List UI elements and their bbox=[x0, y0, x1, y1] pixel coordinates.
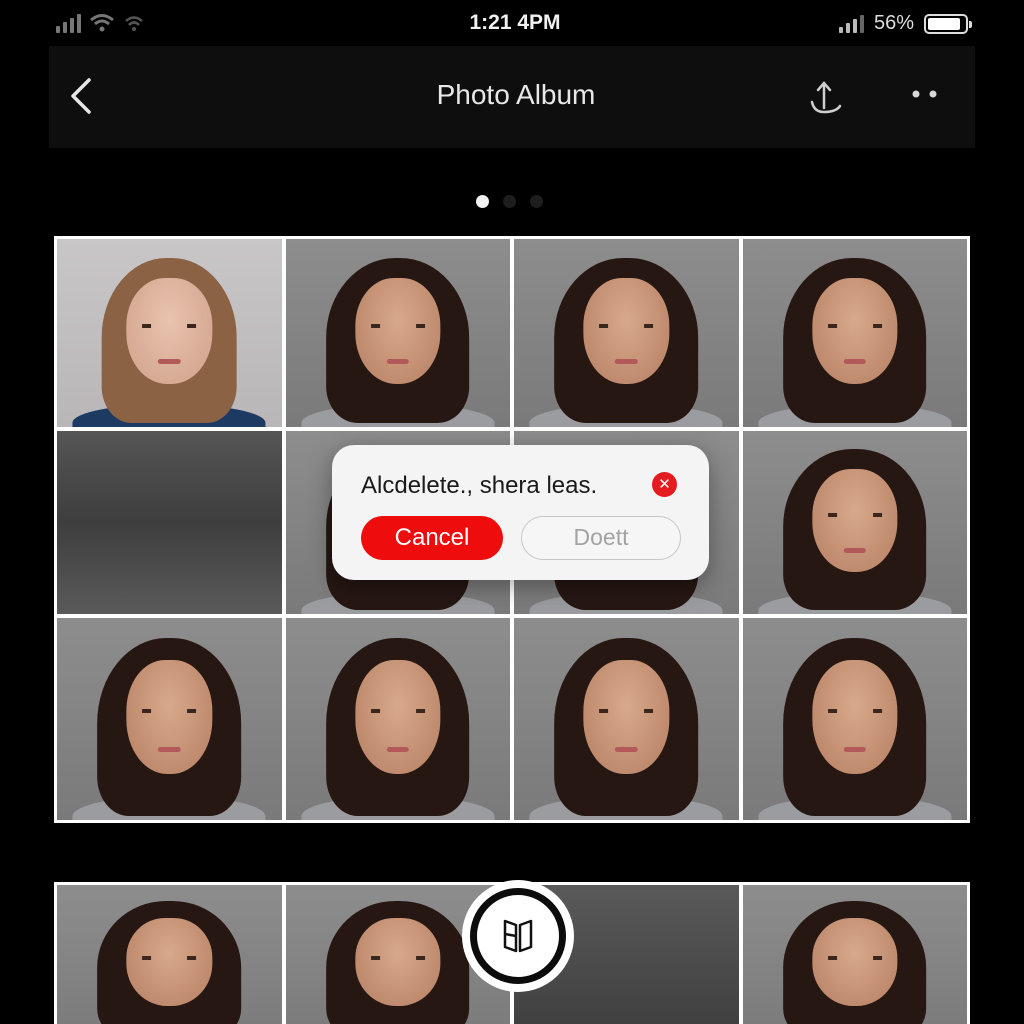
status-right: 56% bbox=[838, 12, 972, 35]
photo-thumbnail[interactable] bbox=[742, 618, 967, 820]
fab-ring bbox=[470, 888, 566, 984]
photo-thumbnail[interactable] bbox=[285, 618, 510, 820]
nav-bar: Photo Album bbox=[49, 46, 975, 148]
photo-thumbnail[interactable] bbox=[57, 618, 282, 820]
book-icon bbox=[503, 919, 533, 953]
photo-thumbnail[interactable] bbox=[742, 885, 967, 1024]
photo-thumbnail[interactable] bbox=[514, 618, 739, 820]
photo-thumbnail[interactable] bbox=[57, 885, 282, 1024]
photo-thumbnail[interactable] bbox=[514, 239, 739, 427]
cancel-button[interactable]: Cancel bbox=[361, 516, 503, 560]
page-dot-1[interactable] bbox=[476, 195, 489, 208]
page-dot-2[interactable] bbox=[503, 195, 516, 208]
share-icon[interactable] bbox=[804, 74, 848, 118]
photo-thumbnail[interactable] bbox=[742, 431, 967, 614]
battery-percent: 56% bbox=[873, 12, 914, 34]
delete-dialog: Alcdelete., shera leas. ✕ Cancel Doett bbox=[332, 445, 709, 580]
photo-thumbnail[interactable] bbox=[742, 239, 967, 427]
status-bar: 1:21 4PM 56% bbox=[0, 0, 1024, 46]
battery-fill bbox=[928, 17, 961, 30]
close-icon[interactable]: ✕ bbox=[652, 472, 677, 497]
more-dots-icon[interactable] bbox=[907, 80, 943, 108]
dialog-message: Alcdelete., shera leas. bbox=[361, 472, 598, 499]
delete-button[interactable]: Doett bbox=[521, 516, 681, 560]
photo-thumbnail[interactable] bbox=[57, 239, 282, 427]
floating-action-button[interactable] bbox=[462, 880, 574, 992]
page-dot-3[interactable] bbox=[530, 195, 543, 208]
photo-thumbnail-blurred[interactable] bbox=[57, 431, 282, 614]
page-indicator[interactable] bbox=[476, 195, 543, 208]
photo-thumbnail[interactable] bbox=[285, 239, 510, 427]
cellular-icon bbox=[838, 14, 864, 33]
battery-icon bbox=[924, 13, 972, 34]
